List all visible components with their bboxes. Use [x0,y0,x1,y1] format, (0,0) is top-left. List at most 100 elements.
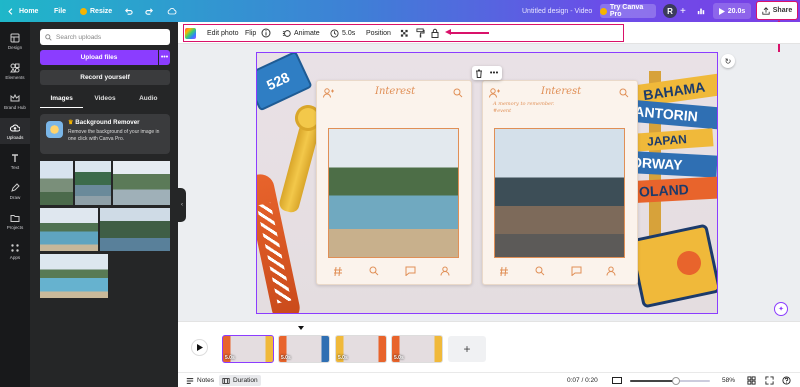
cloud-save-status[interactable] [167,0,177,22]
avatar[interactable]: R [663,4,677,18]
crown-icon [80,7,87,15]
present-play-button[interactable]: 20.0s [713,3,751,19]
resize-button[interactable]: Resize [80,0,112,22]
upload-files-button[interactable]: Upload files [40,50,158,65]
text-icon [12,153,18,162]
playhead-marker[interactable] [298,326,304,330]
info-button[interactable] [261,26,271,40]
rail-label: Apps [9,254,21,260]
suitcase-sticker [628,223,717,309]
home-link[interactable]: Home [7,0,38,22]
search-input[interactable]: Search uploads [40,29,170,45]
lock-button[interactable] [431,26,439,40]
uploaded-image-thumbnail[interactable] [40,208,98,251]
social-post-card-right[interactable]: Interest A memory to remember. #event [482,80,638,285]
copy-style-button[interactable] [416,26,425,40]
add-scene-button[interactable]: + [448,336,486,362]
social-post-card-left[interactable]: Interest [316,80,472,285]
magic-assist-button[interactable]: ✦ [774,302,788,316]
more-options-icon[interactable]: ••• [490,70,499,77]
card-title: Interest [541,86,582,97]
color-picker-button[interactable] [185,26,196,40]
refresh-button[interactable]: ↻ [721,54,735,68]
rail-item-apps[interactable]: Apps [0,238,30,264]
timeline-play-button[interactable] [191,339,208,356]
shapes-icon [10,63,20,72]
duration-button[interactable]: 5.0s [330,26,355,40]
fullscreen-icon [765,376,774,385]
hashtag-icon [500,266,508,277]
resize-label: Resize [90,7,113,15]
grid-icon [747,376,756,385]
rail-item-design[interactable]: Design [0,28,30,54]
transparency-button[interactable] [400,26,409,40]
tab-videos[interactable]: Videos [83,94,126,108]
chevron-left-icon: ‹ [181,202,183,208]
rail-item-elements[interactable]: Elements [0,58,30,84]
search-icon [45,33,52,41]
folder-icon [10,214,20,222]
uploaded-image-thumbnail[interactable] [40,161,73,205]
key-sticker[interactable] [277,121,321,215]
rail-item-uploads[interactable]: Uploads [0,118,30,144]
uploaded-image-thumbnail[interactable] [75,161,111,205]
help-icon [782,376,791,385]
zoom-level[interactable]: 58% [722,375,735,386]
uploaded-image-thumbnail[interactable] [100,208,170,251]
zoom-slider-knob[interactable] [672,377,680,385]
edit-photo-button[interactable]: Edit photo [207,26,239,40]
rail-item-text[interactable]: Text [0,148,30,174]
help-button[interactable] [782,375,791,386]
search-placeholder: Search uploads [56,33,102,41]
water-park-photo[interactable] [328,128,459,258]
rail-item-projects[interactable]: Projects [0,208,30,234]
tab-audio[interactable]: Audio [127,94,170,108]
tab-images[interactable]: Images [40,94,84,108]
sparkle-icon: ✦ [778,306,784,313]
background-remover-promo[interactable]: ♛ Background Remover Remove the backgrou… [40,114,170,154]
uploaded-image-thumbnail[interactable] [113,161,170,205]
grid-view-button[interactable] [747,375,756,386]
add-collaborator-button[interactable]: + [680,0,686,22]
page-size-button[interactable] [612,375,622,386]
rail-label: Text [10,164,20,170]
profile-icon [606,266,616,276]
animate-button[interactable]: Animate [282,26,320,40]
left-nav-rail: Design Elements Brand Hub Uploads Text D… [0,22,30,387]
flip-button[interactable]: Flip [245,26,256,40]
notes-button[interactable]: Notes [186,375,214,386]
collapse-panel-handle[interactable]: ‹ [178,188,186,222]
share-button[interactable]: Share [756,1,798,20]
timeline: 5.0s 5.0s 5.0s 5.0s + [178,321,800,372]
luggage-tag-sticker[interactable]: 528 [257,53,313,112]
record-yourself-button[interactable]: Record yourself [40,70,170,85]
scene-thumbnail[interactable]: 5.0s [222,335,274,363]
rail-label: Projects [6,224,24,230]
clock-icon [330,28,339,38]
file-menu[interactable]: File [54,0,66,22]
scene-thumbnail[interactable]: 5.0s [391,335,443,363]
insights-button[interactable] [697,0,705,22]
undo-button[interactable] [124,0,133,22]
redo-button[interactable] [145,0,154,22]
uploaded-image-thumbnail[interactable] [40,254,108,298]
scene-thumbnail[interactable]: 5.0s [335,335,387,363]
duration-toggle[interactable]: Duration [219,375,261,386]
trash-icon[interactable] [475,69,483,78]
try-canva-pro-button[interactable]: Try Canva Pro [600,4,656,18]
zoom-slider[interactable] [630,377,710,385]
fullscreen-button[interactable] [765,375,774,386]
design-canvas[interactable]: 528 BAHAMA SANTORIN JAPAN NORWAY OLAND I… [256,52,718,314]
water-slide-photo[interactable] [494,128,625,258]
promo-description: Remove the background of your image in o… [68,129,160,142]
document-title[interactable]: Untitled design - Video [522,0,592,22]
rail-item-draw[interactable]: Draw [0,178,30,204]
profile-icon [440,266,450,276]
position-button[interactable]: Position [366,26,391,40]
scene-thumbnail[interactable]: 5.0s [278,335,330,363]
info-icon [261,28,271,38]
rail-item-brand-hub[interactable]: Brand Hub [0,88,30,114]
rail-label: Elements [5,74,25,80]
upload-more-button[interactable]: ••• [159,50,170,65]
total-duration: 20.0s [727,7,746,15]
